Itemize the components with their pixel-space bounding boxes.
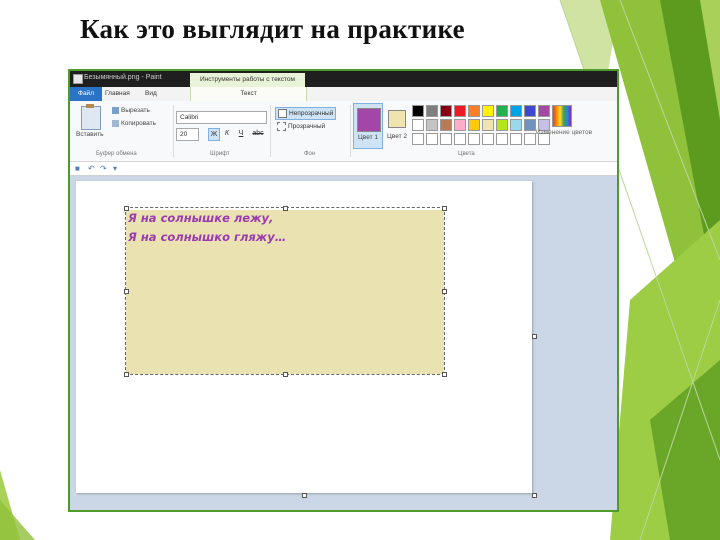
transparent-label: Прозрачный <box>288 123 326 131</box>
color1-button[interactable]: Цвет 1 <box>353 103 383 149</box>
font-size-select[interactable]: 20 <box>176 128 199 141</box>
font-group-label: Шрифт <box>210 151 230 157</box>
quick-access-toolbar: ■ ↶ ↷ ▾ <box>70 162 617 176</box>
palette-color-swatch[interactable] <box>538 105 550 117</box>
ribbon-tabs: Файл Главная Вид Текст <box>70 87 617 101</box>
copy-label: Копировать <box>121 120 156 128</box>
resize-handle[interactable] <box>442 206 447 211</box>
scissors-icon <box>112 107 119 114</box>
tab-text[interactable]: Текст <box>190 87 307 101</box>
colors-group-label: Цвета <box>458 151 475 157</box>
tab-file[interactable]: Файл <box>70 87 102 101</box>
drawing-canvas[interactable]: Я на солнышке лежу, Я на солнышко гляжу… <box>76 181 537 498</box>
palette-color-swatch[interactable] <box>524 105 536 117</box>
palette-color-swatch[interactable] <box>440 105 452 117</box>
color1-label: Цвет 1 <box>358 134 378 141</box>
strikethrough-button[interactable]: abc <box>251 128 265 139</box>
palette-color-swatch[interactable] <box>440 119 452 131</box>
color1-swatch <box>357 108 381 132</box>
resize-handle[interactable] <box>124 206 129 211</box>
palette-color-swatch[interactable] <box>454 119 466 131</box>
resize-handle[interactable] <box>283 206 288 211</box>
palette-color-swatch[interactable] <box>496 133 508 145</box>
palette-color-swatch[interactable] <box>524 133 536 145</box>
resize-handle[interactable] <box>442 289 447 294</box>
cut-button[interactable]: Вырезать <box>112 107 150 114</box>
canvas-resize-handle[interactable] <box>302 493 307 498</box>
palette-color-swatch[interactable] <box>510 133 522 145</box>
bold-button[interactable]: Ж <box>208 128 220 141</box>
resize-handle[interactable] <box>442 372 447 377</box>
customize-toolbar-icon[interactable]: ▾ <box>113 164 117 173</box>
palette-color-swatch[interactable] <box>524 119 536 131</box>
window-titlebar: Безымянный.png - Paint Инструменты работ… <box>70 71 617 87</box>
redo-icon[interactable]: ↷ <box>100 164 107 173</box>
text-box[interactable]: Я на солнышке лежу, Я на солнышко гляжу… <box>124 206 447 377</box>
window-title: Безымянный.png - Paint <box>84 74 162 81</box>
edit-colors-label: Изменение цветов <box>536 129 593 136</box>
resize-handle[interactable] <box>124 289 129 294</box>
group-separator <box>350 105 351 157</box>
text-line-2: Я на солнышко гляжу… <box>128 230 287 244</box>
paste-icon[interactable] <box>81 104 101 130</box>
ribbon: Вставить Вырезать Копировать Буфер обмен… <box>70 101 617 162</box>
palette-color-swatch[interactable] <box>482 105 494 117</box>
opaque-icon <box>278 109 287 118</box>
cut-label: Вырезать <box>121 107 150 115</box>
clipboard-group-label: Буфер обмена <box>96 151 137 157</box>
paste-button[interactable]: Вставить <box>76 131 104 138</box>
palette-color-swatch[interactable] <box>454 133 466 145</box>
opaque-label: Непрозрачный <box>289 110 334 118</box>
transparent-icon <box>277 122 286 131</box>
tab-view[interactable]: Вид <box>140 87 162 101</box>
save-icon[interactable]: ■ <box>75 164 80 173</box>
paint-app-icon <box>73 74 83 84</box>
group-separator <box>173 105 174 157</box>
opaque-button[interactable]: Непрозрачный <box>275 107 337 120</box>
palette-color-swatch[interactable] <box>426 119 438 131</box>
color2-button[interactable]: Цвет 2 <box>383 103 411 147</box>
background-group-label: Фон <box>304 151 316 157</box>
palette-color-swatch[interactable] <box>510 119 522 131</box>
palette-color-swatch[interactable] <box>412 119 424 131</box>
palette-color-swatch[interactable] <box>426 105 438 117</box>
palette-color-swatch[interactable] <box>412 105 424 117</box>
palette-color-swatch[interactable] <box>440 133 452 145</box>
palette-color-swatch[interactable] <box>454 105 466 117</box>
workspace: Я на солнышке лежу, Я на солнышко гляжу… <box>70 176 617 510</box>
color2-label: Цвет 2 <box>387 133 407 140</box>
copy-button[interactable]: Копировать <box>112 120 156 127</box>
palette-color-swatch[interactable] <box>426 133 438 145</box>
palette-color-swatch[interactable] <box>510 105 522 117</box>
copy-icon <box>112 120 119 127</box>
palette-color-swatch[interactable] <box>482 119 494 131</box>
slide-title: Как это выглядит на практике <box>80 14 465 44</box>
text-line-1: Я на солнышке лежу, <box>128 211 274 225</box>
canvas-resize-handle[interactable] <box>532 334 537 339</box>
resize-handle[interactable] <box>124 372 129 377</box>
palette-color-swatch[interactable] <box>496 119 508 131</box>
transparent-button[interactable]: Прозрачный <box>275 121 327 132</box>
color2-swatch <box>388 110 406 128</box>
tab-home[interactable]: Главная <box>100 87 135 101</box>
palette-color-swatch[interactable] <box>468 133 480 145</box>
font-family-select[interactable]: Calibri <box>176 111 267 124</box>
edit-colors-icon[interactable] <box>552 105 572 127</box>
underline-button[interactable]: Ч <box>236 128 246 139</box>
palette-color-swatch[interactable] <box>468 105 480 117</box>
palette-color-swatch[interactable] <box>496 105 508 117</box>
palette-color-swatch[interactable] <box>412 133 424 145</box>
group-separator <box>270 105 271 157</box>
canvas-resize-handle[interactable] <box>532 493 537 498</box>
paint-screenshot: Безымянный.png - Paint Инструменты работ… <box>68 69 619 512</box>
italic-button[interactable]: К <box>222 128 232 139</box>
palette-color-swatch[interactable] <box>468 119 480 131</box>
undo-icon[interactable]: ↶ <box>88 164 95 173</box>
palette-color-swatch[interactable] <box>482 133 494 145</box>
text-tools-context-header: Инструменты работы с текстом <box>190 73 305 87</box>
resize-handle[interactable] <box>283 372 288 377</box>
